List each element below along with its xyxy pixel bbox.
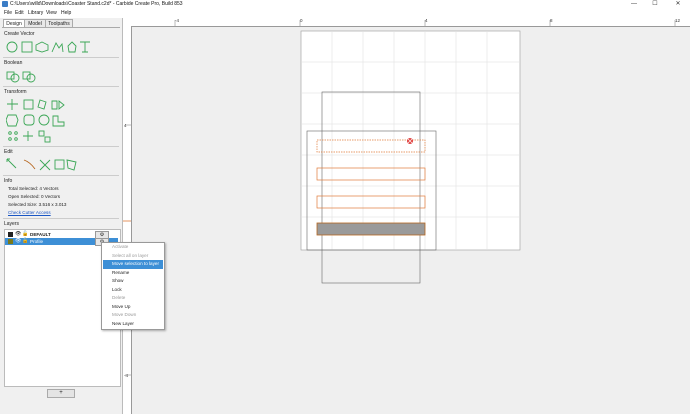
rotate-tool-icon xyxy=(37,99,47,110)
section-edit: Edit xyxy=(4,149,13,155)
layer-color-swatch[interactable] xyxy=(8,232,13,237)
menu-activate: Activate xyxy=(112,244,129,249)
trim-tool-icon xyxy=(23,159,36,170)
tab-divider xyxy=(2,27,120,28)
layer-context-menu: Activate Select all on layer Move select… xyxy=(101,242,165,330)
section-boolean: Boolean xyxy=(4,60,23,66)
menu-library[interactable]: Library xyxy=(28,10,43,16)
lock-icon[interactable]: 🔓 xyxy=(22,238,28,245)
eye-icon[interactable]: 👁 xyxy=(15,238,21,245)
layer-row-default[interactable]: 👁 🔓 DEFAULT ⚙ xyxy=(5,231,118,239)
separator xyxy=(3,175,119,176)
menu-help[interactable]: Help xyxy=(61,10,71,16)
lock-icon[interactable]: 🔓 xyxy=(22,231,28,238)
section-create-vector: Create Vector xyxy=(4,31,35,37)
star-tool-icon xyxy=(67,41,77,53)
menu-show[interactable]: Show xyxy=(103,277,163,286)
boolean-union-icon xyxy=(6,71,15,80)
rectangle-tool-icon xyxy=(21,41,33,53)
maximize-button[interactable]: ☐ xyxy=(647,0,663,9)
fillet-tool-icon xyxy=(23,114,35,126)
boolean-tools xyxy=(6,71,36,83)
separator xyxy=(3,57,119,58)
align-tool-icon xyxy=(38,114,50,126)
add-layer-button[interactable]: + xyxy=(47,389,75,398)
info-open-selected: Open Selected: 0 Vectors xyxy=(8,194,61,199)
close-vector-icon xyxy=(66,159,77,171)
app-icon xyxy=(2,1,8,7)
window-title: C:\Users\willd\Downloads\Coaster Stand.c… xyxy=(10,1,183,7)
scale-tool-icon xyxy=(23,99,34,110)
check-cutter-access-link[interactable]: Check Cutter Access xyxy=(8,210,51,215)
menu-file[interactable]: File xyxy=(4,10,12,16)
offset-tool-icon xyxy=(6,114,19,127)
section-info: Info xyxy=(4,178,13,184)
layer-color-swatch[interactable] xyxy=(8,239,13,244)
move-tool-icon xyxy=(7,99,18,110)
transform-tools xyxy=(6,99,65,143)
menu-rename[interactable]: Rename xyxy=(103,269,163,278)
boolean-subtract-circle-icon xyxy=(26,73,36,83)
menu-select-all-on-layer: Select all on layer xyxy=(112,252,149,258)
ungroup-tool-icon xyxy=(38,130,45,137)
text-tool-icon xyxy=(80,41,90,53)
boolean-union-circle-icon xyxy=(10,73,20,83)
node-edit-icon xyxy=(6,158,17,169)
separator xyxy=(3,146,119,147)
menu-delete: Delete xyxy=(112,295,126,300)
boolean-subtract-icon xyxy=(22,71,31,80)
circle-tool-icon xyxy=(6,41,18,53)
mirror-tool-icon xyxy=(51,100,65,110)
section-layers: Layers xyxy=(4,221,20,227)
menu-move-up[interactable]: Move Up xyxy=(103,303,163,312)
polygon-tool-icon xyxy=(35,41,49,53)
circular-array-icon xyxy=(8,131,12,135)
section-transform: Transform xyxy=(4,89,27,95)
info-selected-size: Selected Size: 3.516 x 3.013 xyxy=(8,202,67,207)
layer-name: DEFAULT xyxy=(30,232,51,237)
menu-new-layer[interactable]: New Layer xyxy=(103,320,163,329)
info-total-selected: Total Selected: 4 Vectors xyxy=(8,186,59,191)
join-tool-icon xyxy=(54,159,65,170)
create-vector-tools xyxy=(6,41,90,53)
curve-tool-icon xyxy=(51,42,64,53)
menu-lock[interactable]: Lock xyxy=(103,286,163,295)
close-button[interactable]: ✕ xyxy=(670,0,686,9)
menu-move-selection-to-layer[interactable]: Move selection to layer xyxy=(103,260,163,269)
cut-tool-icon xyxy=(39,159,51,171)
layer-name: Profile xyxy=(30,239,44,244)
edit-tools xyxy=(6,158,77,171)
separator xyxy=(3,86,119,87)
separator xyxy=(3,218,119,219)
eye-icon[interactable]: 👁 xyxy=(15,231,21,238)
title-bar: C:\Users\willd\Downloads\Coaster Stand.c… xyxy=(0,0,690,9)
menu-move-down: Move Down xyxy=(112,312,137,317)
group-tool-icon xyxy=(23,131,33,141)
slot-vector-4-filled xyxy=(316,222,426,236)
menu-edit[interactable]: Edit xyxy=(15,10,24,16)
canvas-svg xyxy=(123,20,676,376)
minimize-button[interactable]: — xyxy=(626,0,642,9)
rotation-handle-icon xyxy=(407,138,413,144)
array-tool-icon xyxy=(52,115,65,127)
menu-view[interactable]: View xyxy=(46,10,57,16)
